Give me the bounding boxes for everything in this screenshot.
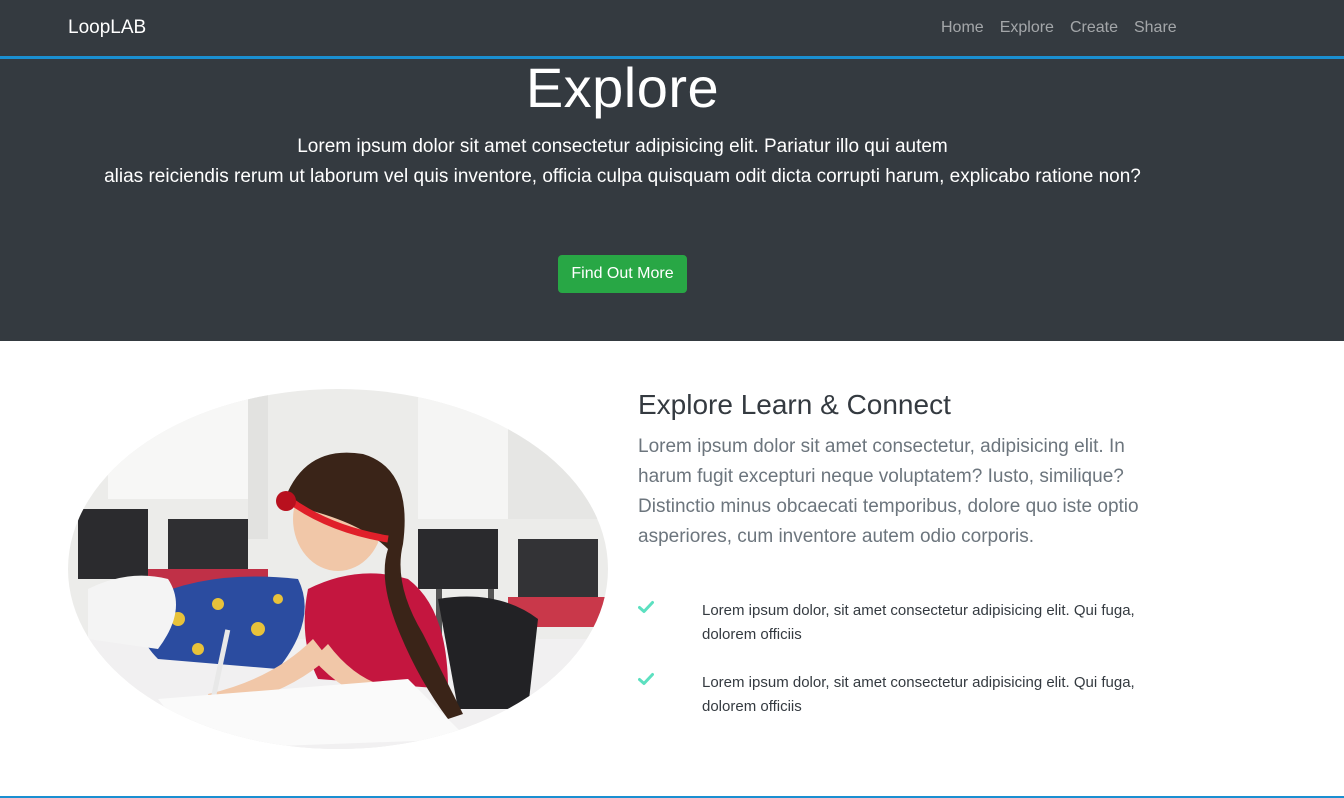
feature-text: Lorem ipsum dolor, sit amet consectetur … <box>702 674 1135 715</box>
navbar: LoopLAB Home Explore Create Share <box>0 0 1344 59</box>
brand-logo[interactable]: LoopLAB <box>68 17 146 39</box>
find-out-more-button[interactable]: Find Out More <box>558 255 687 293</box>
nav-link-create[interactable]: Create <box>1070 19 1118 37</box>
section-lead: Lorem ipsum dolor sit amet consectetur, … <box>638 436 1139 547</box>
hero-section: Explore Lorem ipsum dolor sit amet conse… <box>0 56 1344 341</box>
feature-section: Explore Learn & Connect Lorem ipsum dolo… <box>0 341 1344 798</box>
nav-links: Home Explore Create Share <box>941 19 1193 37</box>
nav-link-home[interactable]: Home <box>941 19 984 37</box>
hero-text-line-2: alias reiciendis rerum ut laborum vel qu… <box>104 166 1141 187</box>
check-icon <box>638 601 654 613</box>
girl-drawing-photo <box>68 389 608 749</box>
nav-link-share[interactable]: Share <box>1134 19 1177 37</box>
hero-text: Lorem ipsum dolor sit amet consectetur a… <box>0 132 1245 192</box>
section-title: Explore Learn & Connect <box>638 389 951 420</box>
hero-text-line-1: Lorem ipsum dolor sit amet consectetur a… <box>297 136 948 157</box>
check-icon <box>638 673 654 685</box>
feature-text: Lorem ipsum dolor, sit amet consectetur … <box>702 602 1135 643</box>
nav-link-explore[interactable]: Explore <box>1000 19 1054 37</box>
hero-title: Explore <box>525 56 720 119</box>
